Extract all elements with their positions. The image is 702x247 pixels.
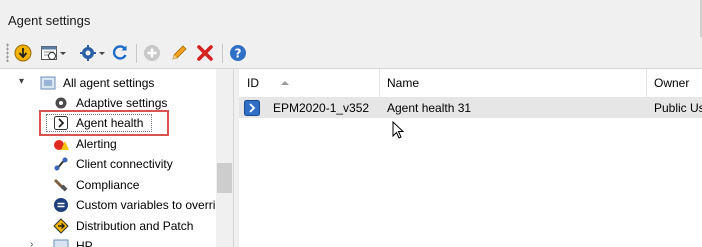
sort-ascending-icon: [281, 81, 289, 85]
schedule-dropdown-caret[interactable]: [60, 51, 66, 55]
tree-item-label: Alerting: [76, 137, 117, 151]
tree-root-all-agent-settings[interactable]: All agent settings: [39, 73, 154, 93]
column-header-name[interactable]: Name: [387, 69, 419, 97]
tree-scrollbar-thumb[interactable]: [217, 163, 232, 193]
new-setting-icon: [14, 44, 32, 62]
toolbar-separator: [136, 44, 137, 63]
hp-icon: [52, 237, 70, 247]
client-connectivity-icon: [52, 155, 70, 173]
gear-icon: [80, 45, 96, 61]
compliance-icon: [52, 176, 70, 194]
tree-item-compliance[interactable]: Compliance: [52, 175, 139, 195]
toolbar: ?: [0, 37, 702, 69]
toolbar-grip[interactable]: [6, 43, 9, 62]
settings-tree: ▾ All agent settings Adaptive settings A…: [0, 69, 233, 247]
table-row[interactable]: EPM2020-1_v352 Agent health 31 Public Us: [239, 98, 702, 118]
agent-health-icon: [52, 114, 70, 132]
svg-text:?: ?: [235, 47, 242, 61]
distribution-patch-icon: [52, 217, 70, 235]
tree-item-label: Agent health: [76, 116, 144, 130]
tree-item-label: Custom variables to overri: [76, 198, 216, 212]
tree-item-label: Client connectivity: [76, 157, 173, 171]
column-header-label: Name: [387, 76, 420, 90]
settings-grid: ID Name Owner EPM2020-1_v352 Agent healt…: [239, 69, 702, 247]
tree-item-distribution-patch[interactable]: Distribution and Patch: [52, 216, 193, 236]
grid-header: ID Name Owner: [239, 69, 702, 98]
window-title: Agent settings: [8, 13, 91, 28]
tree-item-custom-variables[interactable]: Custom variables to overri: [52, 195, 215, 215]
tree-item-client-connectivity[interactable]: Client connectivity: [52, 154, 173, 174]
cell-name: Agent health 31: [387, 101, 472, 115]
tree-item-label: HP: [76, 239, 93, 247]
delete-button[interactable]: [196, 42, 214, 64]
refresh-button[interactable]: [111, 42, 129, 64]
column-header-owner[interactable]: Owner: [654, 69, 689, 97]
schedule-button[interactable]: [40, 42, 66, 64]
tree-item-label: All agent settings: [63, 76, 155, 90]
add-button[interactable]: [143, 42, 161, 64]
folder-icon: [39, 74, 57, 92]
schedule-icon: [41, 46, 57, 60]
column-divider[interactable]: [646, 69, 647, 97]
column-header-label: Owner: [654, 76, 690, 90]
tree-item-agent-health[interactable]: Agent health: [52, 113, 143, 133]
agent-health-row-icon: [243, 98, 261, 118]
refresh-icon: [112, 45, 127, 60]
mouse-pointer-icon: [392, 121, 404, 139]
column-header-id[interactable]: ID: [247, 69, 289, 97]
cell-id: EPM2020-1_v352: [273, 101, 370, 115]
tree-item-alerting[interactable]: Alerting: [52, 134, 117, 154]
tree-item-label: Compliance: [76, 178, 140, 192]
edit-pencil-icon: [172, 45, 187, 60]
toolbar-separator: [222, 44, 223, 63]
help-icon: ?: [230, 45, 246, 61]
alerting-icon: [52, 135, 70, 153]
settings-dropdown-caret[interactable]: [99, 51, 105, 55]
expand-chevron-icon[interactable]: ›: [30, 239, 33, 247]
settings-button[interactable]: [79, 42, 105, 64]
collapse-chevron-icon[interactable]: ▾: [19, 76, 24, 87]
edit-button[interactable]: [170, 42, 188, 64]
column-header-label: ID: [247, 76, 259, 90]
custom-variables-icon: [52, 196, 70, 214]
tree-item-hp[interactable]: HP: [52, 236, 93, 247]
cell-owner: Public Us: [654, 101, 702, 115]
tree-item-label: Adaptive settings: [76, 96, 168, 110]
column-divider[interactable]: [379, 69, 380, 97]
window-title-bar: Agent settings: [0, 0, 702, 37]
help-button[interactable]: ?: [229, 42, 247, 64]
tree-vertical-scrollbar[interactable]: [216, 69, 233, 247]
delete-x-icon: [197, 45, 213, 61]
new-setting-button[interactable]: [14, 42, 32, 64]
add-icon: [144, 45, 160, 61]
tree-item-label: Distribution and Patch: [76, 219, 194, 233]
